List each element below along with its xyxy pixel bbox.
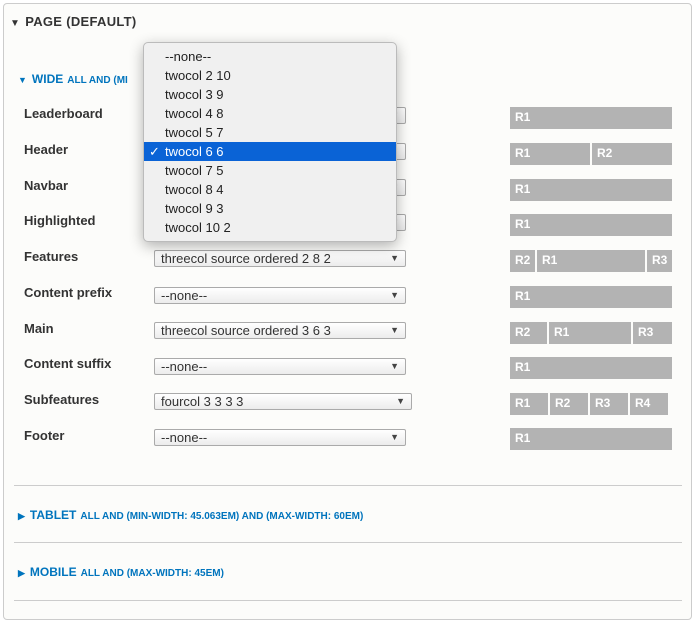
region-box: R2 bbox=[550, 393, 588, 415]
chevron-down-icon: ▼ bbox=[390, 361, 399, 371]
triangle-right-icon: ▶ bbox=[18, 511, 25, 521]
region-box: R1 bbox=[510, 428, 672, 450]
content-prefix-region-preview: R1 bbox=[510, 286, 672, 308]
subfeatures-region-preview: R1 R2 R3 R4 bbox=[510, 393, 672, 415]
chevron-down-icon: ▼ bbox=[396, 396, 405, 406]
region-box: R3 bbox=[647, 250, 672, 272]
region-box: R2 bbox=[510, 322, 547, 344]
dropdown-option[interactable]: twocol 3 9 bbox=[144, 85, 396, 104]
region-box: R3 bbox=[633, 322, 672, 344]
leaderboard-region-preview: R1 bbox=[510, 107, 672, 129]
chevron-down-icon: ▼ bbox=[390, 432, 399, 442]
chevron-down-icon: ▼ bbox=[390, 325, 399, 335]
divider bbox=[14, 542, 682, 543]
row-label-main: Main bbox=[24, 321, 54, 336]
checkmark-icon: ✓ bbox=[149, 144, 160, 159]
navbar-region-preview: R1 bbox=[510, 179, 672, 201]
triangle-down-icon: ▼ bbox=[10, 18, 21, 29]
subfeatures-layout-select[interactable]: fourcol 3 3 3 3 ▼ bbox=[154, 393, 412, 410]
region-box: R1 bbox=[510, 214, 672, 236]
tablet-section-toggle[interactable]: ▶ TABLET ALL AND (MIN-WIDTH: 45.063EM) AND… bbox=[18, 508, 363, 522]
row-label-features: Features bbox=[24, 249, 79, 264]
header-region-preview: R1 R2 bbox=[510, 143, 672, 165]
dropdown-option[interactable]: twocol 9 3 bbox=[144, 199, 396, 218]
footer-layout-select[interactable]: --none-- ▼ bbox=[154, 429, 406, 446]
region-box: R1 bbox=[537, 250, 645, 272]
content-suffix-layout-select[interactable]: --none-- ▼ bbox=[154, 358, 406, 375]
region-box: R1 bbox=[510, 286, 672, 308]
features-region-preview: R2 R1 R3 bbox=[510, 250, 672, 272]
chevron-down-icon: ▼ bbox=[390, 290, 399, 300]
region-box: R1 bbox=[510, 143, 590, 165]
features-layout-select[interactable]: threecol source ordered 2 8 2 ▼ bbox=[154, 250, 406, 267]
divider bbox=[14, 600, 682, 601]
dropdown-option[interactable]: twocol 2 10 bbox=[144, 66, 396, 85]
wide-section-toggle[interactable]: ▼ WIDE ALL AND (MI bbox=[18, 72, 128, 86]
highlighted-region-preview: R1 bbox=[510, 214, 672, 236]
region-box: R3 bbox=[590, 393, 628, 415]
mobile-section-toggle[interactable]: ▶ MOBILE ALL AND (MAX-WIDTH: 45EM) bbox=[18, 565, 224, 579]
row-label-content-suffix: Content suffix bbox=[24, 356, 112, 371]
region-box: R2 bbox=[510, 250, 535, 272]
region-box: R1 bbox=[510, 393, 548, 415]
main-layout-select[interactable]: threecol source ordered 3 6 3 ▼ bbox=[154, 322, 406, 339]
row-label-navbar: Navbar bbox=[24, 178, 69, 193]
dropdown-option[interactable]: twocol 5 7 bbox=[144, 123, 396, 142]
footer-region-preview: R1 bbox=[510, 428, 672, 450]
layout-options-dropdown[interactable]: --none-- twocol 2 10 twocol 3 9 twocol 4… bbox=[143, 42, 397, 242]
row-label-subfeatures: Subfeatures bbox=[24, 392, 100, 407]
triangle-down-icon: ▼ bbox=[18, 75, 27, 85]
row-label-header: Header bbox=[24, 142, 69, 157]
row-label-content-prefix: Content prefix bbox=[24, 285, 113, 300]
dropdown-option[interactable]: twocol 8 4 bbox=[144, 180, 396, 199]
main-region-preview: R2 R1 R3 bbox=[510, 322, 672, 344]
row-label-highlighted: Highlighted bbox=[24, 213, 96, 228]
dropdown-option[interactable]: twocol 10 2 bbox=[144, 218, 396, 237]
content-prefix-layout-select[interactable]: --none-- ▼ bbox=[154, 287, 406, 304]
dropdown-option[interactable]: twocol 4 8 bbox=[144, 104, 396, 123]
region-box: R1 bbox=[549, 322, 631, 344]
region-box: R1 bbox=[510, 179, 672, 201]
page-default-title[interactable]: ▼ PAGE (DEFAULT) bbox=[10, 14, 137, 29]
row-label-leaderboard: Leaderboard bbox=[24, 106, 103, 121]
dropdown-option[interactable]: --none-- bbox=[144, 47, 396, 66]
chevron-down-icon: ▼ bbox=[390, 253, 399, 263]
region-box: R1 bbox=[510, 107, 672, 129]
content-suffix-region-preview: R1 bbox=[510, 357, 672, 379]
region-box: R1 bbox=[510, 357, 672, 379]
dropdown-option-selected[interactable]: ✓ twocol 6 6 bbox=[144, 142, 396, 161]
region-box: R4 bbox=[630, 393, 668, 415]
dropdown-option[interactable]: twocol 7 5 bbox=[144, 161, 396, 180]
divider bbox=[14, 485, 682, 486]
row-label-footer: Footer bbox=[24, 428, 65, 443]
region-box: R2 bbox=[592, 143, 672, 165]
triangle-right-icon: ▶ bbox=[18, 568, 25, 578]
